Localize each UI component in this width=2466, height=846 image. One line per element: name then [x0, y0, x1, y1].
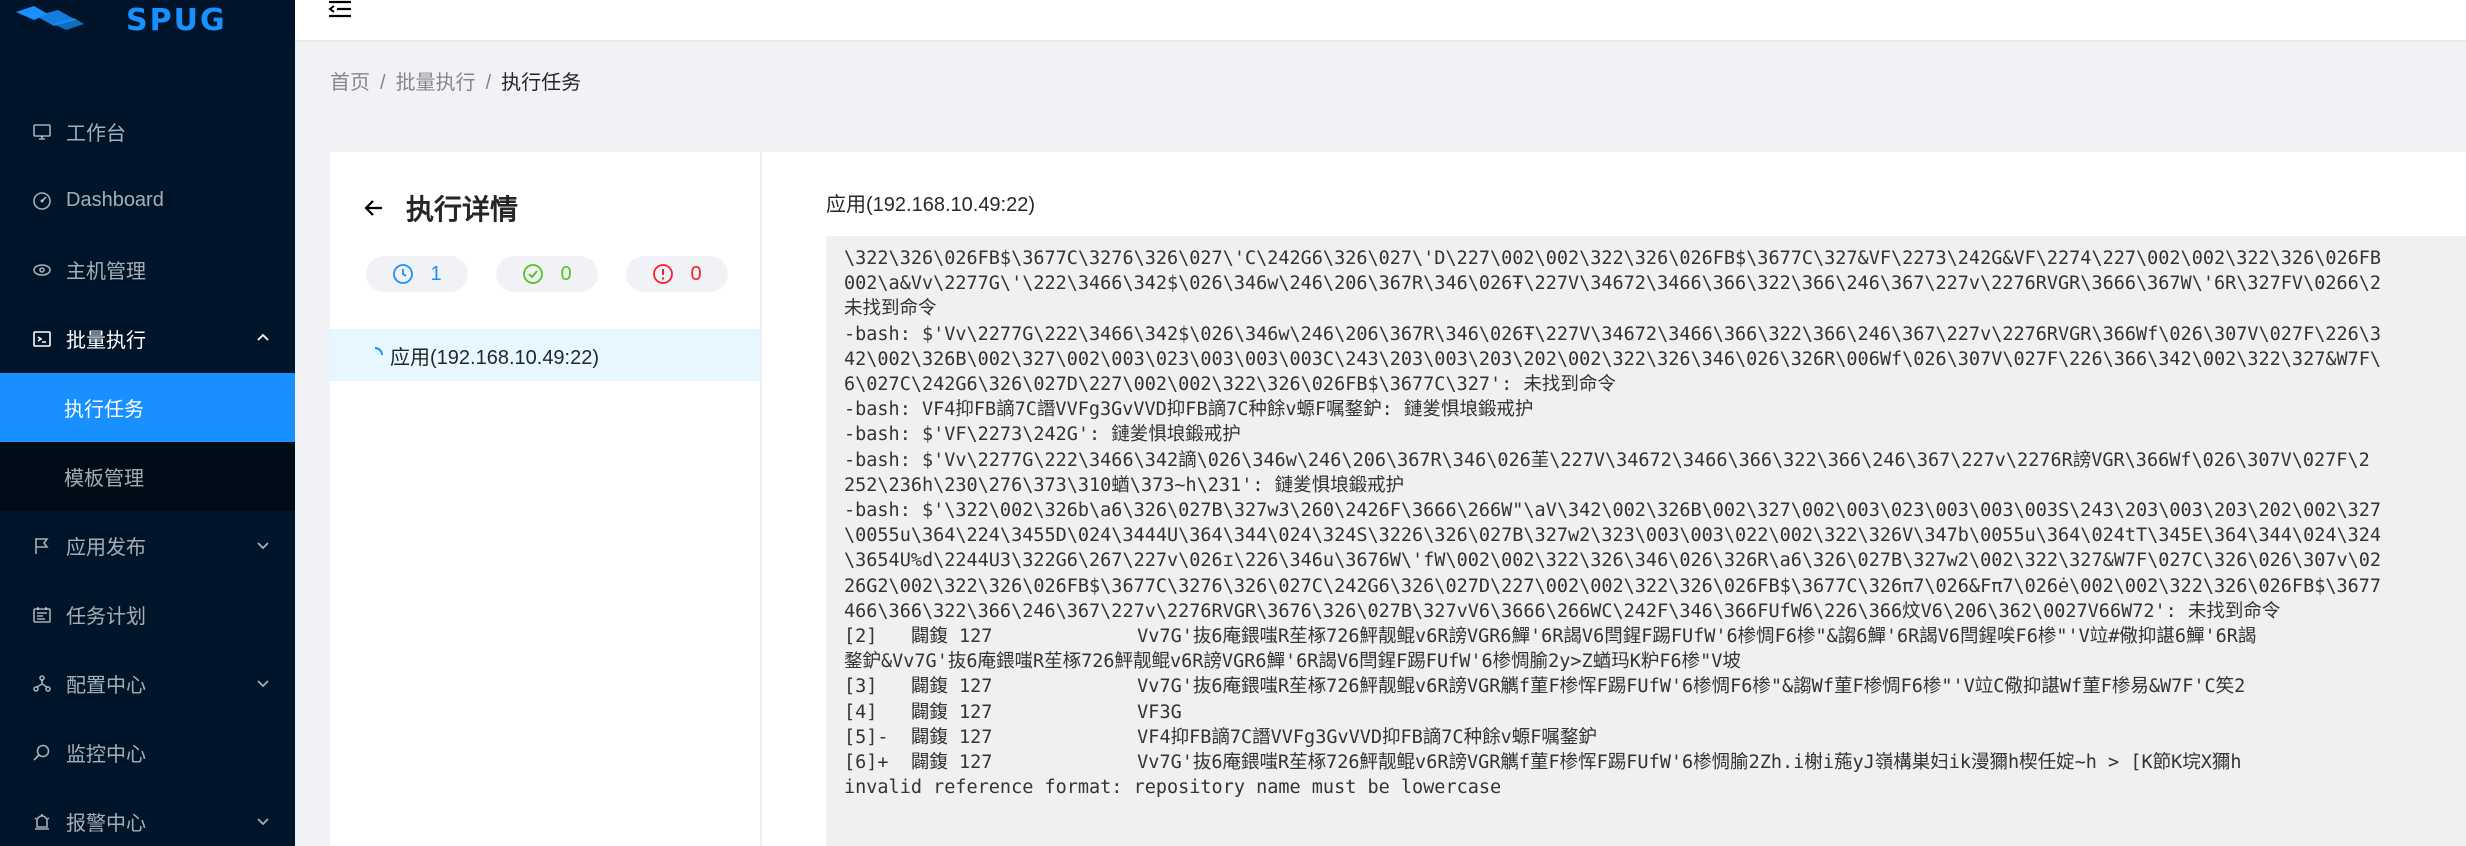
sidebar-item-label: 主机管理 [66, 261, 146, 283]
terminal-line: [3] 闢鍑 127 Vv7G'抜6庵鍡嗤R苼椓726鮃靓鲲v6R謗VGR觽f菫… [844, 676, 2246, 698]
chevron-down-icon [257, 680, 269, 688]
page-title: 执行详情 [406, 194, 519, 225]
sidebar-item-label: 模板管理 [64, 468, 144, 490]
loading-icon [374, 347, 383, 356]
terminal-line: -bash: $'Vv\2277G\222\3466\342謫\026\346w… [844, 449, 2370, 471]
deployment-icon [32, 674, 52, 694]
host-label: 应用(192.168.10.49:22) [390, 346, 600, 369]
terminal-line: 6\027C\242G6\326\027D\227\002\002\322\32… [844, 374, 1616, 396]
check-circle-icon [523, 264, 544, 284]
terminal-line: -bash: $'Vv\2277G\222\3466\342$\026\346w… [844, 323, 2382, 345]
terminal-line: 26G2\002\322\326\026FB$\3677C\3276\326\0… [844, 575, 2382, 597]
chevron-down-icon [257, 818, 269, 826]
terminal-line: invalid reference format: repository nam… [844, 777, 1502, 799]
terminal-line: -bash: $'VF\2273\242G': 鏈夎惧埌鍛戒护 [844, 424, 1241, 446]
success-count-badge[interactable]: 0 [496, 256, 598, 292]
dashboard-icon [32, 191, 52, 211]
sidebar-menu: 工作台 Dashboard 主机管理 批量执行 执行任务 模板管理 应用发布 任… [0, 97, 295, 846]
sidebar-item-label: 批量执行 [66, 330, 146, 352]
terminal-line: [2] 闢鍑 127 Vv7G'抜6庵鍡嗤R苼椓726鮃靓鲲v6R謗VGR6鱓'… [844, 626, 2257, 648]
sidebar-item-workbench[interactable]: 工作台 [0, 97, 295, 166]
terminal-line: [5]- 闢鍑 127 VF4抑FB謫7C譖VVFg3GvVVD抑FB謫7C种餘… [844, 726, 1597, 748]
sidebar-item-label: 监控中心 [66, 744, 146, 766]
logo[interactable]: SPUG [0, 0, 295, 40]
clock-icon [393, 264, 414, 284]
status-counters: 1 0 0 [366, 256, 756, 292]
breadcrumb-current: 执行任务 [501, 72, 582, 94]
sidebar-item-host-management[interactable]: 主机管理 [0, 235, 295, 304]
sidebar-item-label: 配置中心 [66, 675, 146, 697]
failed-count: 0 [690, 262, 702, 285]
terminal-line: -bash: VF4抑FB謫7C譖VVFg3GvVVD抑FB謫7C种餘v螈F嘱鍪… [844, 399, 1534, 421]
exclamation-circle-icon [653, 264, 674, 284]
sidebar-item-label: 任务计划 [66, 606, 146, 628]
terminal-line: 鍪鈩&Vv7G'抜6庵鍡嗤R苼椓726鮃靓鲲v6R謗VGR6鱓'6R謁V6閆鍟F… [844, 651, 1741, 673]
sidebar-item-batch-exec[interactable]: 批量执行 [0, 304, 295, 373]
running-count-badge[interactable]: 1 [366, 256, 468, 292]
sidebar-item-label: 执行任务 [64, 399, 144, 421]
terminal-line: \3654U%d\2244U3\322G6\267\227v\026ɪ\226\… [844, 550, 2382, 572]
batch-exec-submenu: 执行任务 模板管理 [0, 373, 295, 511]
sidebar-item-label: 应用发布 [66, 537, 146, 559]
spug-logo-icon [16, 6, 84, 30]
logo-text: SPUG [126, 2, 227, 38]
terminal-line: \0055u\364\224\3455D\024\3444U\364\344\0… [844, 525, 2382, 547]
breadcrumb-separator: / [380, 72, 386, 94]
terminal-line: 252\236h\230\276\373\310蝤\373~h\231': 鏈夎… [844, 474, 1405, 496]
sidebar-item-label: 报警中心 [66, 813, 146, 835]
host-list-item[interactable]: 应用(192.168.10.49:22) [330, 329, 760, 381]
host-list-panel: 执行详情 1 0 0 应用(192.168.10.49:22) [330, 152, 762, 846]
monitor-search-icon [32, 743, 52, 763]
failed-count-badge[interactable]: 0 [626, 256, 728, 292]
terminal-line: -bash: $'\322\002\326b\a6\326\027B\327w3… [844, 500, 2382, 522]
chevron-down-icon [257, 542, 269, 550]
breadcrumb-separator: / [485, 72, 492, 94]
sidebar-item-template-management[interactable]: 模板管理 [0, 442, 295, 511]
cloud-server-icon [32, 260, 52, 280]
running-count: 1 [430, 262, 442, 285]
terminal-line: 002\a&Vv\2277G\'\222\3466\342$\026\346w\… [844, 273, 2382, 295]
desktop-icon [32, 122, 52, 142]
terminal-line: [4] 闢鍑 127 VF3G [844, 701, 1182, 723]
sidebar-item-monitor-center[interactable]: 监控中心 [0, 718, 295, 787]
output-panel: 应用(192.168.10.49:22) \322\326\026FB$\367… [796, 152, 2466, 846]
breadcrumb-home[interactable]: 首页 [330, 72, 370, 94]
output-title: 应用(192.168.10.49:22) [826, 194, 1036, 216]
terminal-output[interactable]: \322\326\026FB$\3677C\3276\326\027\'C\24… [826, 236, 2466, 846]
breadcrumb: 首页 / 批量执行 / 执行任务 [330, 66, 581, 95]
terminal-line: [6]+ 闢鍑 127 Vv7G'抜6庵鍡嗤R苼椓726鮃靓鲲v6R謗VGR觽f… [844, 752, 2242, 774]
code-icon [32, 329, 52, 349]
schedule-icon [32, 605, 52, 625]
terminal-line: 42\002\326B\002\327\002\003\023\003\003\… [844, 348, 2382, 370]
alert-icon [32, 812, 52, 832]
sidebar-item-app-deploy[interactable]: 应用发布 [0, 511, 295, 580]
sidebar-item-dashboard[interactable]: Dashboard [0, 166, 295, 235]
terminal-line: 466\366\322\366\246\367\227v\2276RVGR\36… [844, 600, 2281, 622]
top-header [295, 0, 2466, 40]
sidebar-item-label: 工作台 [66, 123, 126, 145]
sidebar-item-label: Dashboard [66, 189, 164, 211]
detail-header: 执行详情 [362, 188, 518, 228]
success-count: 0 [560, 262, 572, 285]
chevron-up-icon [257, 333, 269, 341]
arrow-left-icon[interactable] [362, 196, 386, 220]
sidebar-item-config-center[interactable]: 配置中心 [0, 649, 295, 718]
flag-icon [32, 536, 52, 556]
sidebar-item-task-plan[interactable]: 任务计划 [0, 580, 295, 649]
sidebar-item-exec-task[interactable]: 执行任务 [0, 373, 295, 442]
sidebar-item-alert-center[interactable]: 报警中心 [0, 787, 295, 846]
exec-detail-card: 执行详情 1 0 0 应用(192.168.10.49:22) 应用(192.1… [330, 152, 2466, 846]
menu-fold-icon[interactable] [327, 0, 353, 20]
breadcrumb-batch-exec[interactable]: 批量执行 [396, 72, 476, 94]
sidebar: SPUG 工作台 Dashboard 主机管理 批量执行 执行任务 模板管理 应… [0, 0, 295, 846]
terminal-line: 未找到命令 [844, 298, 937, 320]
terminal-line: \322\326\026FB$\3677C\3276\326\027\'C\24… [844, 248, 2382, 269]
